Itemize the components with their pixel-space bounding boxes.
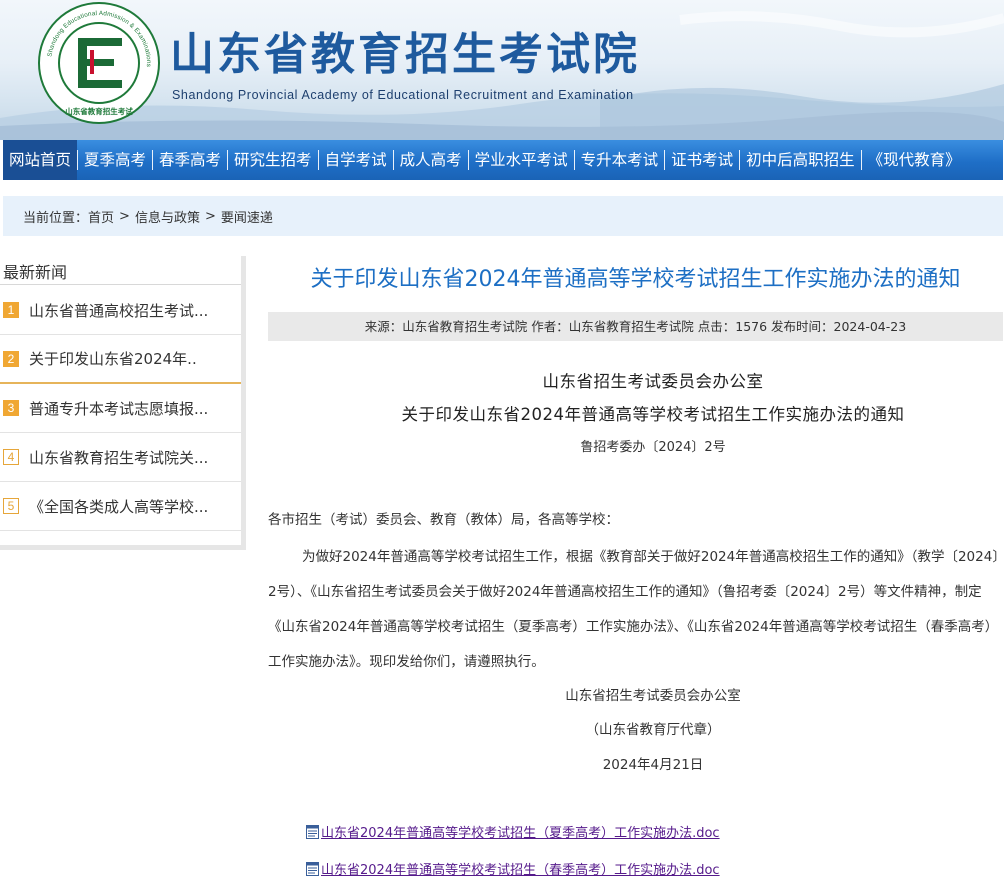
nav-item-home[interactable]: 网站首页 — [3, 140, 78, 180]
document-title: 关于印发山东省2024年普通高等学校考试招生工作实施办法的通知 — [401, 405, 905, 424]
news-title: 山东省普通高校招生考试... — [29, 301, 209, 320]
nav-item-vocational-enrollment[interactable]: 初中后高职招生 — [740, 140, 861, 180]
nav-item-upgrade-exam[interactable]: 专升本考试 — [575, 140, 665, 180]
list-item[interactable]: 4 山东省教育招生考试院关... — [0, 433, 241, 482]
attachment-label: 山东省2024年普通高等学校考试招生（春季高考）工作实施办法.doc — [321, 863, 720, 878]
news-title: 关于印发山东省2024年.. — [29, 350, 197, 368]
breadcrumb-news[interactable]: 要闻速递 — [221, 207, 273, 226]
rank-badge: 4 — [3, 449, 19, 465]
breadcrumb-prefix: 当前位置： — [23, 210, 89, 226]
nav-item-graduate-exam[interactable]: 研究生招考 — [228, 140, 318, 180]
list-item[interactable]: 3 普通专升本考试志愿填报... — [0, 384, 241, 433]
news-title: 《全国各类成人高等学校... — [29, 497, 209, 516]
list-item[interactable]: 5 《全国各类成人高等学校... — [0, 482, 241, 531]
latest-news-sidebar: 最新新闻 1 山东省普通高校招生考试... 2 关于印发山东省2024年.. 3… — [0, 256, 246, 550]
nav-item-spring-gaokao[interactable]: 春季高考 — [153, 140, 227, 180]
breadcrumb-separator: > — [204, 208, 216, 224]
body-paragraph: 为做好2024年普通高等学校考试招生工作，根据《教育部关于做好2024年普通高校… — [268, 540, 1003, 680]
document-number: 鲁招考委办〔2024〕2号 — [580, 440, 726, 455]
breadcrumb-policy[interactable]: 信息与政策 — [135, 207, 200, 226]
nav-item-self-study-exam[interactable]: 自学考试 — [319, 140, 393, 180]
issuer-line: 山东省招生考试委员会办公室 — [542, 372, 764, 391]
nav-item-modern-education[interactable]: 《现代教育》 — [862, 140, 967, 180]
breadcrumb-separator: > — [119, 208, 130, 224]
breadcrumb-home[interactable]: 首页 — [88, 207, 114, 226]
issue-date: 2024年4月21日 — [602, 757, 704, 773]
seal-note: （山东省教育厅代章） — [585, 722, 721, 738]
nav-item-proficiency-test[interactable]: 学业水平考试 — [469, 140, 574, 180]
nav-item-certificate-exam[interactable]: 证书考试 — [665, 140, 739, 180]
news-title: 普通专升本考试志愿填报... — [29, 399, 209, 418]
list-item[interactable]: 2 关于印发山东省2024年.. — [0, 335, 241, 384]
sidebar-bottom-bar — [0, 545, 241, 550]
doc-file-icon — [306, 824, 319, 839]
rank-badge: 5 — [3, 498, 19, 514]
news-list: 1 山东省普通高校招生考试... 2 关于印发山东省2024年.. 3 普通专升… — [0, 286, 241, 531]
breadcrumb: 当前位置： 首页 > 信息与政策 > 要闻速递 — [3, 196, 1003, 236]
addressee: 各市招生（考试）委员会、教育（教体）局，各高等学校： — [268, 512, 619, 528]
news-title: 山东省教育招生考试院关... — [29, 448, 209, 467]
divider — [0, 284, 241, 285]
sidebar-scrollbar[interactable] — [241, 256, 246, 550]
rank-badge: 1 — [3, 302, 19, 318]
academy-logo[interactable]: Shandong Educational Admission & Examina… — [38, 2, 160, 124]
site-title: 山东省教育招生考试院 — [170, 29, 640, 80]
sidebar-heading: 最新新闻 — [3, 263, 68, 282]
attachment-link-spring[interactable]: 山东省2024年普通高等学校考试招生（春季高考）工作实施办法.doc — [306, 859, 720, 878]
doc-file-icon — [306, 861, 319, 876]
list-item[interactable]: 1 山东省普通高校招生考试... — [0, 286, 241, 335]
site-header: Shandong Educational Admission & Examina… — [0, 0, 1004, 140]
signature: 山东省招生考试委员会办公室 — [565, 688, 741, 704]
article-title: 关于印发山东省2024年普通高等学校考试招生工作实施办法的通知 — [310, 267, 961, 292]
site-subtitle: Shandong Provincial Academy of Education… — [172, 88, 634, 102]
paragraph-text: 为做好2024年普通高等学校考试招生工作，根据《教育部关于做好2024年普通高校… — [268, 549, 1000, 670]
attachment-label: 山东省2024年普通高等学校考试招生（夏季高考）工作实施办法.doc — [321, 826, 720, 841]
attachment-link-summer[interactable]: 山东省2024年普通高等学校考试招生（夏季高考）工作实施办法.doc — [306, 822, 720, 841]
nav-item-summer-gaokao[interactable]: 夏季高考 — [78, 140, 152, 180]
logo-cn-text: 山东省教育招生考试 — [65, 106, 133, 116]
rank-badge: 3 — [3, 400, 19, 416]
rank-badge: 2 — [3, 350, 19, 367]
nav-item-adult-gaokao[interactable]: 成人高考 — [394, 140, 468, 180]
main-nav: 网站首页 夏季高考 春季高考 研究生招考 自学考试 成人高考 学业水平考试 专升… — [3, 140, 1003, 180]
article-meta: 来源：山东省教育招生考试院 作者：山东省教育招生考试院 点击：1576 发布时间… — [268, 312, 1003, 341]
